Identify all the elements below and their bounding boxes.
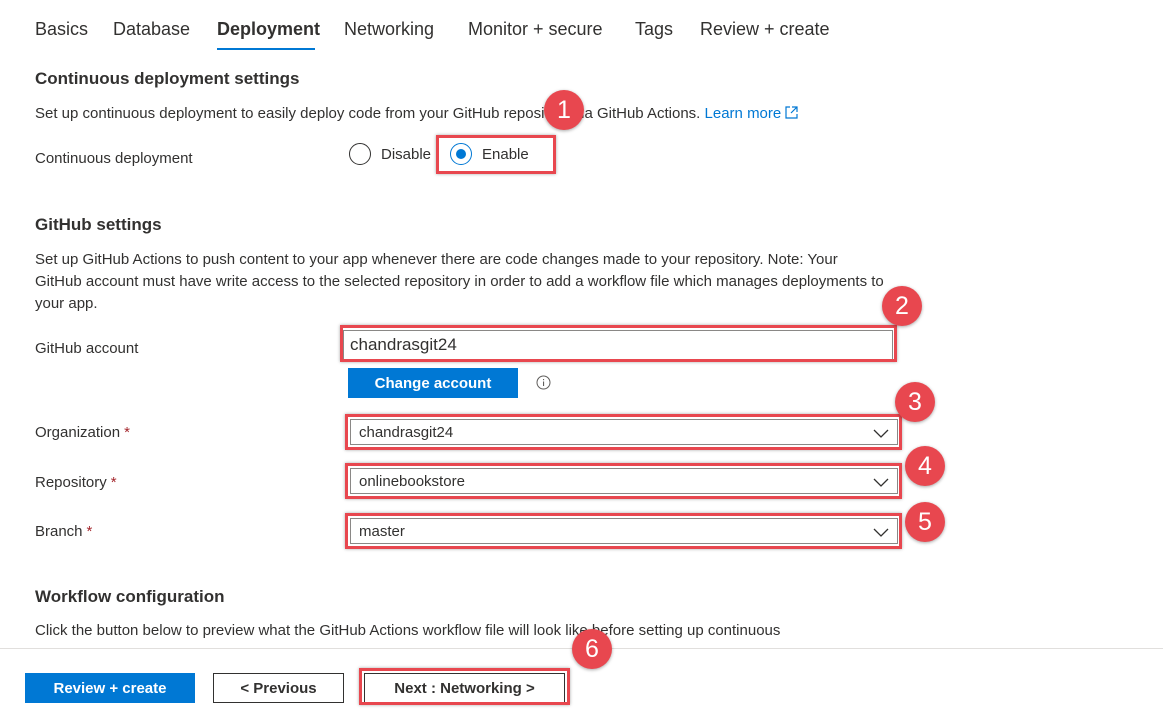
previous-button[interactable]: < Previous [213,673,344,703]
radio-enable[interactable]: Enable [450,143,529,165]
radio-disable[interactable]: Disable [349,143,431,165]
workflow-description: Click the button below to preview what t… [35,622,781,639]
branch-label: Branch * [35,523,92,540]
branch-value: master [359,522,405,540]
tab-database[interactable]: Database [113,19,190,40]
cd-description-text: Set up continuous deployment to easily d… [35,105,701,122]
tab-tags[interactable]: Tags [635,19,673,40]
chevron-down-icon [873,429,889,438]
change-account-button[interactable]: Change account [348,368,518,398]
badge-1: 1 [544,90,584,130]
cd-label: Continuous deployment [35,150,193,167]
workflow-section-title: Workflow configuration [35,587,225,606]
radio-disable-label: Disable [381,145,432,163]
info-icon[interactable] [536,375,551,390]
repository-label-text: Repository [35,474,107,491]
badge-2: 2 [882,286,922,326]
branch-label-text: Branch [35,523,83,540]
tab-deployment[interactable]: Deployment [217,19,320,40]
github-section-title: GitHub settings [35,215,162,234]
organization-label-text: Organization [35,424,121,441]
tab-basics[interactable]: Basics [35,19,88,40]
github-description: Set up GitHub Actions to push content to… [35,251,884,312]
chevron-down-icon [873,478,889,487]
badge-5: 5 [905,502,945,542]
tab-networking[interactable]: Networking [344,19,434,40]
learn-more-link[interactable]: Learn more [705,105,782,122]
tab-monitor-secure[interactable]: Monitor + secure [468,19,603,40]
radio-enable-circle[interactable] [450,143,472,165]
github-account-field[interactable] [343,330,893,360]
github-account-label: GitHub account [35,340,139,357]
external-link-icon [785,106,798,119]
required-marker: * [86,523,93,540]
active-tab-indicator [217,48,315,50]
repository-select[interactable]: onlinebookstore [350,468,898,494]
organization-label: Organization * [35,424,130,441]
organization-select[interactable]: chandrasgit24 [350,419,898,445]
badge-4: 4 [905,446,945,486]
radio-enable-label: Enable [482,145,529,163]
cd-description: Set up continuous deployment to easily d… [35,103,915,125]
required-marker: * [124,424,130,441]
badge-3: 3 [895,382,935,422]
badge-6: 6 [572,629,612,669]
cd-section-title: Continuous deployment settings [35,69,300,88]
chevron-down-icon [873,528,889,537]
repository-label: Repository * [35,474,117,491]
radio-disable-circle[interactable] [349,143,371,165]
required-marker: * [110,474,117,491]
repository-value: onlinebookstore [359,472,465,490]
review-create-button[interactable]: Review + create [25,673,195,703]
next-networking-button[interactable]: Next : Networking > [364,673,565,703]
organization-value: chandrasgit24 [359,423,454,441]
tab-review-create[interactable]: Review + create [700,19,830,40]
branch-select[interactable]: master [350,518,898,544]
